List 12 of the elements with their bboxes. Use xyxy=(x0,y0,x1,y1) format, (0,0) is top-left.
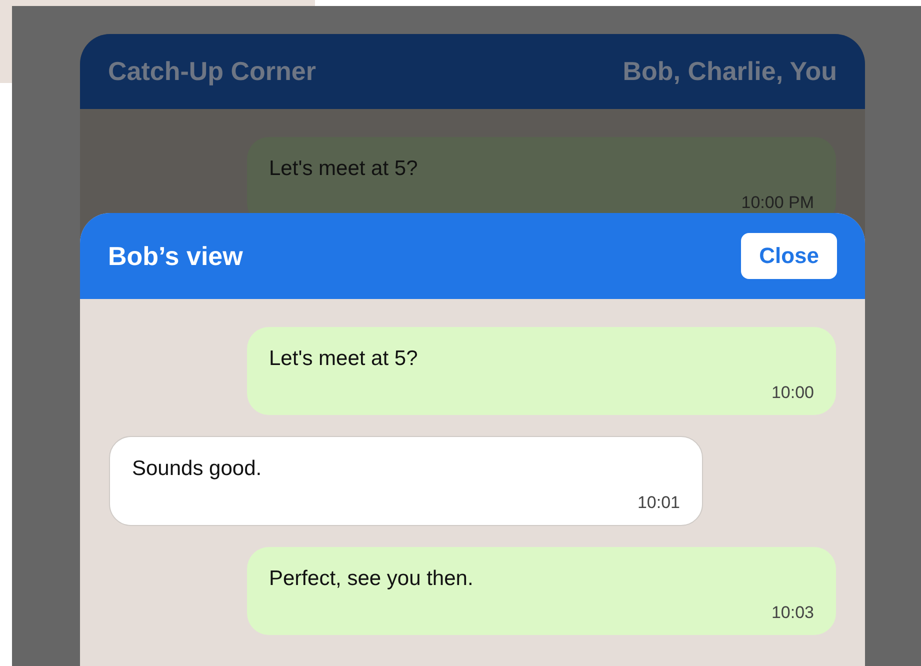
message-text: Let's meet at 5? xyxy=(269,157,419,181)
message-time: 10:01 xyxy=(637,493,680,513)
close-button[interactable]: Close xyxy=(741,233,837,279)
dialog-title: Bob’s view xyxy=(108,240,243,272)
message-time: 10:03 xyxy=(771,603,814,623)
participants: Bob, Charlie, You xyxy=(622,56,837,87)
message-text: Perfect, see you then. xyxy=(269,567,474,591)
message-text: Sounds good. xyxy=(132,457,263,481)
message-time: 10:00 xyxy=(771,383,814,403)
message-text: Let's meet at 5? xyxy=(269,347,419,371)
chat-title: Catch-Up Corner xyxy=(108,56,316,87)
message-time: 10:00 PM xyxy=(741,193,814,213)
